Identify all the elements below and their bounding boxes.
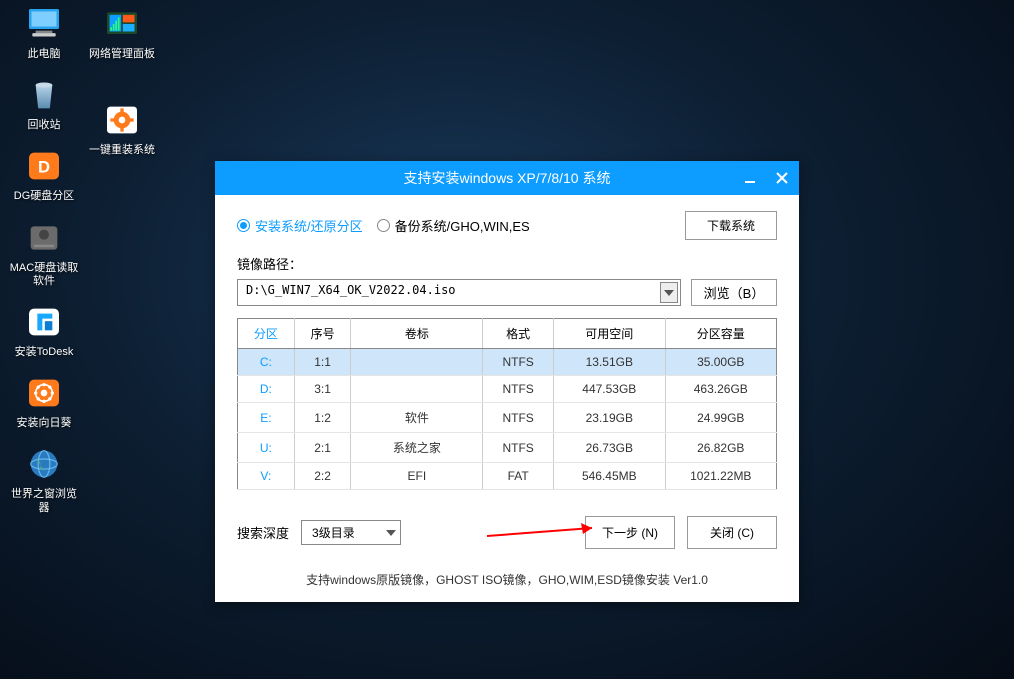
cell-size: 463.26GB [665, 376, 776, 403]
mode-row: 安装系统/还原分区 备份系统/GHO,WIN,ES 下载系统 [237, 211, 777, 240]
desktop-icon-mac-disk-reader[interactable]: MAC硬盘读取软件 [8, 218, 80, 288]
desktop-icon-label: MAC硬盘读取软件 [8, 262, 80, 288]
minimize-button[interactable] [741, 169, 759, 187]
table-row[interactable]: E:1:2软件NTFS23.19GB24.99GB [238, 403, 777, 433]
cell-drive: C: [238, 349, 295, 376]
radio-install[interactable]: 安装系统/还原分区 [237, 216, 363, 235]
cell-drive: U: [238, 433, 295, 463]
computer-icon [21, 4, 67, 44]
dg-icon: D [21, 146, 67, 186]
cell-idx: 2:2 [294, 463, 351, 490]
desktop-icon-reinstall[interactable]: 一键重装系统 [86, 100, 158, 157]
cell-vol [351, 376, 483, 403]
cell-fmt: NTFS [483, 403, 554, 433]
desktop: 此电脑 回收站 D DG硬盘分区 MAC硬盘读取软件 安装ToDesk 安装向日… [0, 0, 160, 529]
header-size: 分区容量 [665, 319, 776, 349]
radio-label: 备份系统/GHO,WIN,ES [395, 216, 530, 235]
desktop-icon-label: 安装向日葵 [17, 417, 72, 430]
browse-button[interactable]: 浏览（B） [691, 279, 777, 306]
image-path-combobox[interactable]: D:\G_WIN7_X64_OK_V2022.04.iso [237, 279, 681, 306]
search-depth-label: 搜索深度 [237, 523, 289, 542]
arrow-annotation-icon [487, 521, 607, 545]
table-row[interactable]: V:2:2EFIFAT546.45MB1021.22MB [238, 463, 777, 490]
network-panel-icon [99, 4, 145, 44]
cell-drive: D: [238, 376, 295, 403]
cell-free: 13.51GB [554, 349, 665, 376]
radio-dot-icon [237, 219, 250, 232]
table-row[interactable]: D:3:1 NTFS447.53GB463.26GB [238, 376, 777, 403]
cell-size: 1021.22MB [665, 463, 776, 490]
desktop-icon-this-pc[interactable]: 此电脑 [8, 4, 80, 61]
cell-idx: 1:2 [294, 403, 351, 433]
header-index: 序号 [294, 319, 351, 349]
header-drive: 分区 [238, 319, 295, 349]
search-depth-value: 3级目录 [312, 526, 355, 540]
cell-vol: 软件 [351, 403, 483, 433]
recycle-bin-icon [21, 75, 67, 115]
radio-dot-icon [377, 219, 390, 232]
close-button[interactable] [773, 169, 791, 187]
image-path-label: 镜像路径： [237, 254, 777, 273]
cell-vol: 系统之家 [351, 433, 483, 463]
radio-backup[interactable]: 备份系统/GHO,WIN,ES [377, 216, 530, 235]
gear-icon [99, 100, 145, 140]
footer-text: 支持windows原版镜像，GHOST ISO镜像，GHO,WIM,ESD镜像安… [215, 559, 799, 602]
cell-fmt: FAT [483, 463, 554, 490]
cell-vol: EFI [351, 463, 483, 490]
cell-free: 546.45MB [554, 463, 665, 490]
cell-size: 24.99GB [665, 403, 776, 433]
header-format: 格式 [483, 319, 554, 349]
desktop-icon-dg-partition[interactable]: D DG硬盘分区 [8, 146, 80, 203]
radio-label: 安装系统/还原分区 [255, 216, 363, 235]
cell-drive: V: [238, 463, 295, 490]
bottom-controls: 搜索深度 3级目录 下一步 (N) 关闭 (C) [237, 516, 777, 549]
cell-size: 26.82GB [665, 433, 776, 463]
desktop-icon-network-panel[interactable]: 网络管理面板 [86, 4, 158, 61]
svg-text:D: D [38, 158, 50, 177]
desktop-icon-label: 回收站 [28, 119, 61, 132]
todesk-icon [21, 302, 67, 342]
desktop-icon-label: 安装ToDesk [15, 346, 74, 359]
table-row[interactable]: U:2:1系统之家NTFS26.73GB26.82GB [238, 433, 777, 463]
close-dialog-button[interactable]: 关闭 (C) [687, 516, 777, 549]
cell-fmt: NTFS [483, 433, 554, 463]
table-row[interactable]: C:1:1 NTFS13.51GB35.00GB [238, 349, 777, 376]
desktop-icon-label: 世界之窗浏览器 [8, 488, 80, 514]
cell-idx: 2:1 [294, 433, 351, 463]
desktop-icon-sunflower[interactable]: 安装向日葵 [8, 373, 80, 430]
mac-disk-icon [21, 218, 67, 258]
titlebar[interactable]: 支持安装windows XP/7/8/10 系统 [215, 161, 799, 195]
desktop-icon-recycle-bin[interactable]: 回收站 [8, 75, 80, 132]
sunflower-icon [21, 373, 67, 413]
cell-free: 26.73GB [554, 433, 665, 463]
desktop-icon-label: 网络管理面板 [89, 48, 155, 61]
desktop-icon-world-browser[interactable]: 世界之窗浏览器 [8, 444, 80, 514]
cell-fmt: NTFS [483, 376, 554, 403]
cell-idx: 1:1 [294, 349, 351, 376]
cell-fmt: NTFS [483, 349, 554, 376]
cell-free: 447.53GB [554, 376, 665, 403]
table-header-row: 分区 序号 卷标 格式 可用空间 分区容量 [238, 319, 777, 349]
chevron-down-icon[interactable] [660, 282, 678, 303]
desktop-icon-todesk[interactable]: 安装ToDesk [8, 302, 80, 359]
search-depth-select[interactable]: 3级目录 [301, 520, 401, 545]
cell-vol [351, 349, 483, 376]
cell-drive: E: [238, 403, 295, 433]
cell-idx: 3:1 [294, 376, 351, 403]
download-system-button[interactable]: 下载系统 [685, 211, 777, 240]
window-title: 支持安装windows XP/7/8/10 系统 [404, 168, 611, 188]
desktop-icon-label: DG硬盘分区 [14, 190, 75, 203]
window-controls [741, 161, 791, 195]
partition-table: 分区 序号 卷标 格式 可用空间 分区容量 C:1:1NTFS13.51GB35… [237, 318, 777, 490]
header-volume: 卷标 [351, 319, 483, 349]
desktop-icon-label: 此电脑 [28, 48, 61, 61]
header-free: 可用空间 [554, 319, 665, 349]
cell-free: 23.19GB [554, 403, 665, 433]
globe-icon [21, 444, 67, 484]
desktop-icon-label: 一键重装系统 [89, 144, 155, 157]
image-path-value: D:\G_WIN7_X64_OK_V2022.04.iso [246, 283, 456, 297]
cell-size: 35.00GB [665, 349, 776, 376]
chevron-down-icon [386, 530, 396, 536]
install-dialog: 支持安装windows XP/7/8/10 系统 安装系统/还原分区 备份系统/… [215, 161, 799, 602]
